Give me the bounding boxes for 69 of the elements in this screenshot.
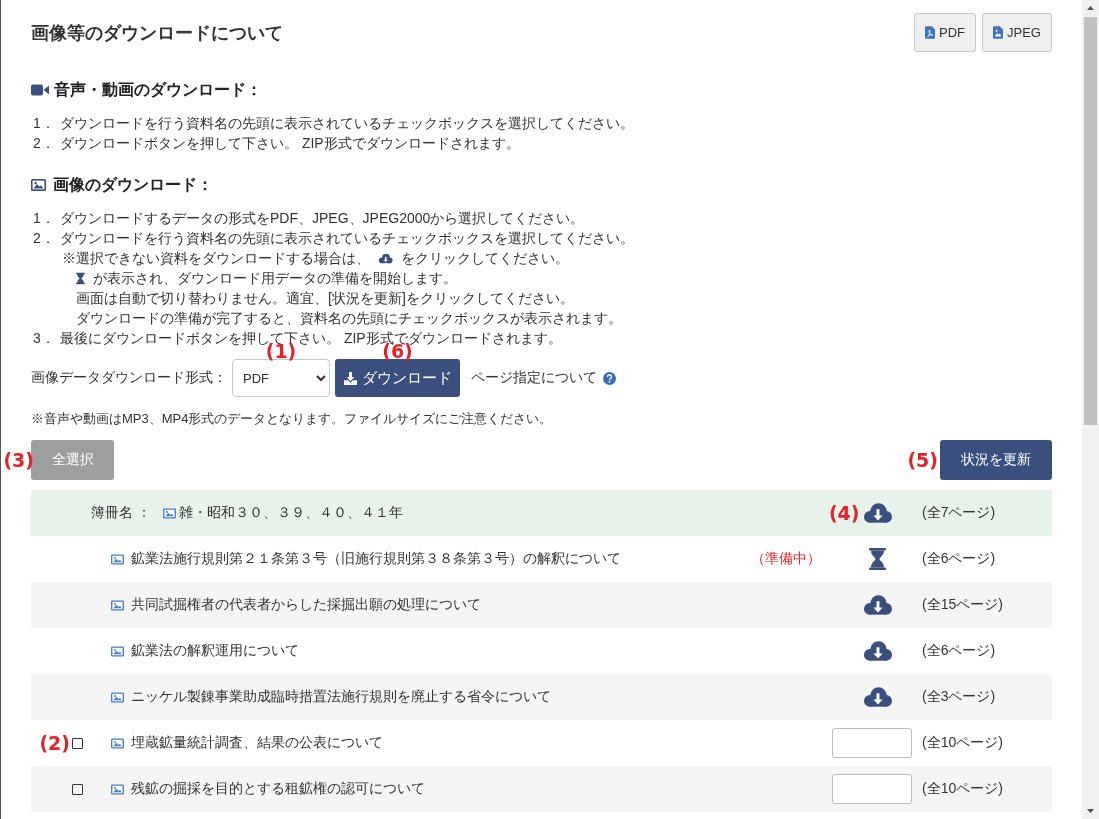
format-label: 画像データダウンロード形式： [31,369,227,387]
step-text: ダウンロードを行う資料名の先頭に表示されているチェックボックスを選択してください。 [60,114,634,133]
document-title: ニッケル製錬事業助成臨時措置法施行規則を廃止する省令について [131,688,551,706]
image-icon [111,691,124,703]
dialog-title: 画像等のダウンロードについて [31,21,283,45]
image-icon [31,179,46,191]
scrollbar[interactable] [1082,0,1099,819]
callout-label: (5) [907,450,938,470]
step-number: 2． [32,229,56,248]
image-icon [162,507,176,519]
status-label: （準備中） [751,550,821,566]
step-number: 3． [32,329,56,348]
cloud-download-icon[interactable] [861,594,893,616]
note-text: が表示され、ダウンロード用データの準備を開始します。 [93,269,457,288]
volume-label: 簿冊名 ： [91,504,151,522]
cloud-download-icon[interactable] [861,502,893,524]
image-icon [111,645,124,657]
checkbox[interactable] [72,783,83,795]
document-icon [925,26,936,39]
export-button[interactable]: PDF [914,13,977,52]
format-note: ※音声や動画はMP3、MP4形式のデータとなります。ファイルサイズにご注意ください。 [31,410,554,428]
document-title: 鉱業法の解釈運用について [131,642,299,660]
page-range-field[interactable] [832,728,912,758]
note-text: ※選択できない資料をダウンロードする場合は、 [62,249,370,268]
image-icon [111,783,124,795]
image-file-icon [993,26,1004,39]
document-title: 埋蔵鉱量統計調査、結果の公表について [131,734,383,752]
image-icon [111,599,124,611]
section-heading: 画像のダウンロード： [53,174,213,195]
page-count: (全6ページ) [922,642,996,658]
hourglass-icon [868,548,886,570]
document-title: 鉱業法施行規則第２１条第３号（旧施行規則第３８条第３号）の解釈について [131,550,621,568]
scrollbar-thumb[interactable] [1084,17,1097,425]
page-count: (全10ページ) [922,780,1003,796]
refresh-button[interactable]: 状況を更新 [940,440,1052,480]
page-help-link[interactable]: ページ指定について [471,369,597,387]
export-button[interactable]: JPEG [982,13,1052,52]
note-text: 画面は自動で切り替わりません。適宜、[状況を更新]をクリックしてください。 [76,289,574,308]
cloud-download-icon [378,252,393,264]
note-text: をクリックしてください。 [401,249,569,268]
hourglass-icon [76,271,85,285]
download-icon [343,371,357,385]
volume-title: 雑・昭和３０、３９、４０、４１年 [178,504,403,522]
page-count: (全7ページ) [922,504,996,520]
help-icon[interactable] [603,371,616,385]
checkbox[interactable] [72,737,83,749]
document-title: 残鉱の掘採を目的とする租鉱権の認可について [131,780,425,798]
page-count: (全6ページ) [922,550,996,566]
page-count: (全15ページ) [922,596,1003,612]
document-title: 共同試掘権者の代表者からした採掘出願の処理について [131,596,481,614]
image-icon [111,553,124,565]
page-count: (全10ページ) [922,734,1003,750]
step-number: 1． [32,114,56,133]
image-icon [111,737,124,749]
cloud-download-icon[interactable] [861,686,893,708]
page-range-field[interactable] [832,774,912,804]
callout-label: (3) [3,450,34,470]
step-number: 1． [32,209,56,228]
section-heading: 音声・動画のダウンロード： [54,79,262,100]
page-count: (全3ページ) [922,688,996,704]
step-text: ダウンロードを行う資料名の先頭に表示されているチェックボックスを選択してください。 [60,229,634,248]
note-text: ダウンロードの準備が完了すると、資料名の先頭にチェックボックスが表示されます。 [76,309,622,328]
cloud-download-icon[interactable] [861,640,893,662]
video-camera-icon [31,84,49,96]
step-number: 2． [32,134,56,153]
step-text: ダウンロードするデータの形式をPDF、JPEG、JPEG2000から選択してください。 [60,209,585,228]
step-text: ダウンロードボタンを押して下さい。 ZIP形式でダウンロードされます。 [60,134,520,153]
callout-label: (2) [39,733,70,753]
callout-label: (4) [828,503,860,523]
